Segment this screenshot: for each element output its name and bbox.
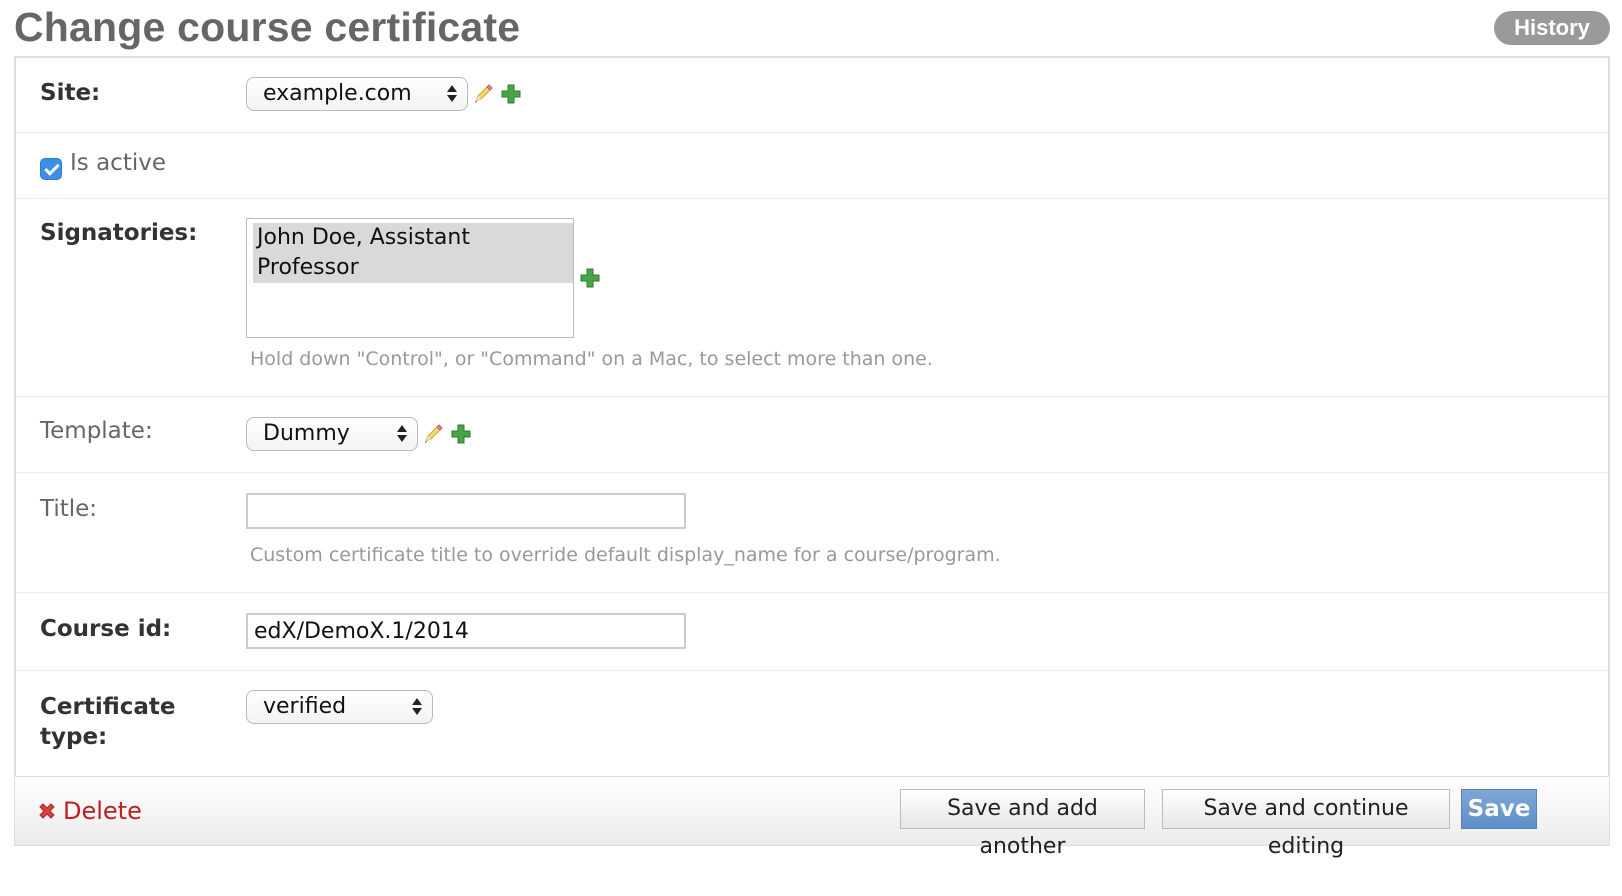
course-id-label: Course id: — [40, 616, 172, 642]
template-select-value: Dummy — [263, 421, 350, 446]
title-row: Title: Custom certificate title to overr… — [16, 472, 1608, 593]
course-id-input[interactable] — [246, 613, 686, 649]
site-row: Site: example.com — [16, 58, 1608, 133]
plus-icon[interactable] — [450, 423, 472, 445]
template-label: Template: — [40, 418, 153, 444]
save-continue-editing-button[interactable]: Save and continue editing — [1162, 789, 1450, 859]
signatory-option[interactable]: John Doe, Assistant Professor — [253, 223, 573, 283]
pencil-icon[interactable] — [422, 423, 444, 445]
delete-label: Delete — [63, 797, 142, 825]
submit-row: Delete Save and add another Save and con… — [14, 776, 1610, 859]
template-select[interactable]: Dummy — [246, 417, 418, 451]
delete-link[interactable]: Delete — [37, 797, 142, 825]
pencil-icon[interactable] — [472, 83, 494, 105]
plus-icon[interactable] — [500, 83, 522, 105]
is-active-checkbox[interactable] — [40, 158, 62, 180]
history-button[interactable]: History — [1494, 11, 1610, 45]
select-arrows-icon — [412, 695, 422, 719]
plus-icon[interactable] — [579, 267, 601, 289]
page-title: Change course certificate — [14, 4, 521, 50]
certificate-type-label: Certificate type: — [40, 692, 176, 752]
signatories-label: Signatories: — [40, 220, 198, 246]
certificate-type-label-line1: Certificate — [40, 694, 176, 720]
title-label: Title: — [40, 496, 98, 522]
x-icon — [39, 803, 55, 819]
save-add-another-button[interactable]: Save and add another — [900, 789, 1145, 859]
is-active-row: Is active — [16, 132, 1608, 199]
title-input[interactable] — [246, 493, 686, 529]
signatories-multiselect[interactable]: John Doe, Assistant Professor — [246, 218, 574, 338]
is-active-label: Is active — [70, 150, 166, 176]
course-id-row: Course id: — [16, 592, 1608, 671]
site-select[interactable]: example.com — [246, 77, 468, 111]
certificate-type-select[interactable]: verified — [246, 690, 433, 724]
certificate-type-label-line2: type: — [40, 724, 108, 750]
select-arrows-icon — [397, 422, 407, 446]
signatories-help-text: Hold down "Control", or "Command" on a M… — [250, 348, 933, 370]
select-arrows-icon — [447, 82, 457, 106]
template-row: Template: Dummy — [16, 396, 1608, 473]
certificate-type-select-value: verified — [263, 694, 347, 719]
site-label: Site: — [40, 80, 101, 106]
signatories-row: Signatories: John Doe, Assistant Profess… — [16, 198, 1608, 397]
site-select-value: example.com — [263, 81, 412, 106]
change-form: Site: example.com Is active Signatories:… — [14, 56, 1610, 794]
title-help-text: Custom certificate title to override def… — [250, 544, 1001, 566]
save-button[interactable]: Save — [1461, 789, 1537, 829]
